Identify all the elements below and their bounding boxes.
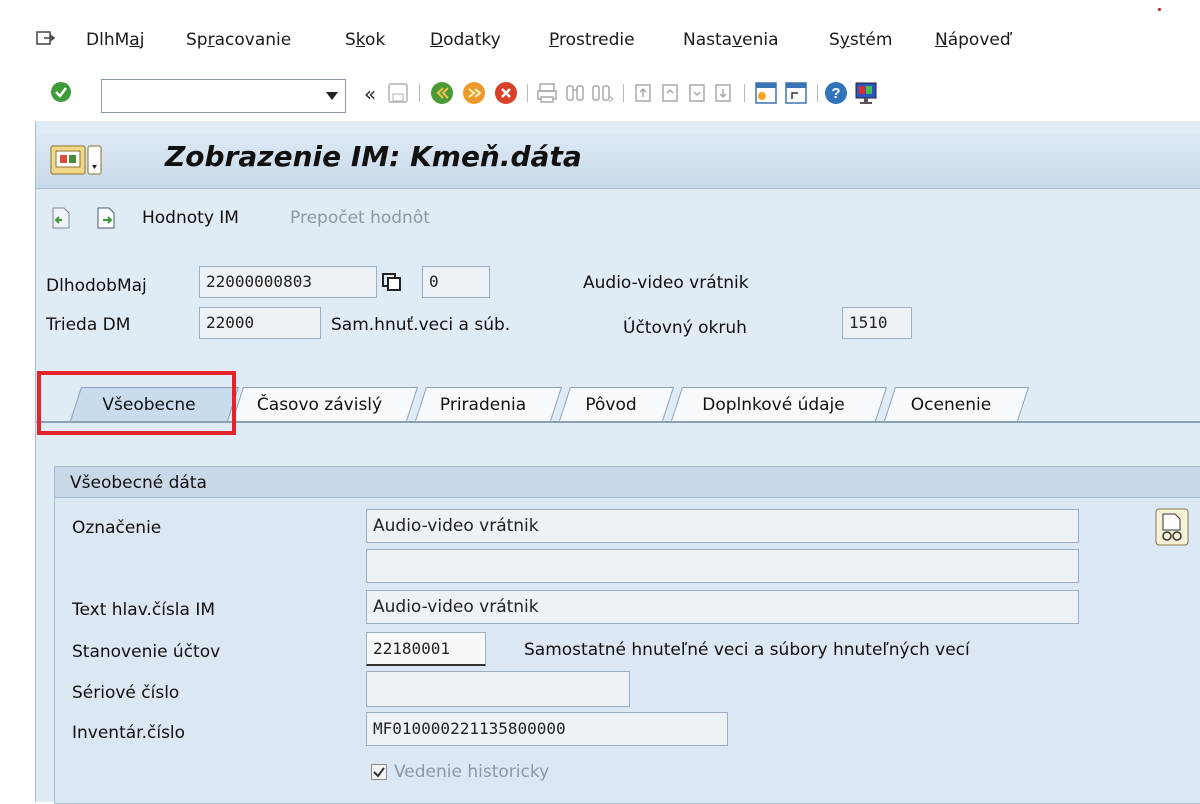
print-icon[interactable] — [536, 82, 558, 104]
create-session-icon[interactable] — [754, 81, 778, 105]
menu-item[interactable]: Dodatky — [430, 30, 501, 50]
next-object-icon[interactable] — [95, 206, 117, 230]
history-checkbox[interactable] — [371, 764, 387, 780]
copy-icon[interactable] — [381, 272, 403, 292]
customize-layout-icon[interactable] — [853, 80, 879, 106]
toolbar-separator — [623, 84, 624, 102]
shortcut-icon[interactable] — [784, 81, 808, 105]
designation-field-2[interactable] — [366, 549, 1079, 583]
page-title: Zobrazenie IM: Kmeň.dáta — [165, 140, 582, 173]
menu-item[interactable]: Nápoveď — [935, 30, 1011, 50]
back-icon[interactable] — [430, 81, 454, 105]
checkmark-icon — [373, 767, 385, 778]
main-text-label: Text hlav.čísla IM — [72, 600, 215, 620]
previous-object-icon[interactable] — [50, 206, 72, 230]
tab-additional-data[interactable]: Doplnkové údaje — [671, 387, 888, 421]
recalculate-values-button[interactable]: Prepočet hodnôt — [290, 208, 430, 228]
dropdown-arrow-icon[interactable] — [325, 91, 339, 101]
toolbar-separator — [419, 84, 420, 102]
menu-item[interactable]: DlhMaj — [86, 30, 144, 50]
subnumber-field[interactable]: 0 — [422, 266, 490, 298]
find-icon[interactable] — [564, 82, 586, 104]
command-field[interactable] — [101, 79, 346, 113]
find-next-icon[interactable] — [590, 82, 614, 104]
company-code-field[interactable]: 1510 — [842, 307, 912, 339]
tab-assignments[interactable]: Priradenia — [415, 387, 563, 421]
menu-item[interactable]: Prostredie — [549, 30, 635, 50]
toolbar-separator — [527, 84, 528, 102]
menu-item[interactable]: Nastavenia — [683, 30, 779, 50]
cancel-icon[interactable] — [494, 81, 518, 105]
designation-field[interactable]: Audio-video vrátnik — [366, 509, 1079, 543]
asset-label: DlhodobMaj — [46, 276, 147, 296]
menu-item[interactable]: Systém — [829, 30, 892, 50]
first-page-icon[interactable] — [633, 82, 655, 104]
company-code-label: Účtovný okruh — [623, 318, 747, 338]
help-icon[interactable]: ? — [824, 81, 848, 105]
account-determination-field[interactable]: 22180001 — [366, 632, 486, 666]
long-text-icon[interactable] — [1155, 508, 1189, 546]
next-page-icon[interactable] — [687, 82, 709, 104]
tab-valuation[interactable]: Ocenenie — [884, 387, 1030, 421]
save-icon[interactable] — [387, 82, 409, 104]
serial-number-label: Sériové číslo — [72, 683, 180, 703]
indicator-dot — [1158, 8, 1161, 11]
asset-number-field[interactable]: 22000000803 — [199, 266, 377, 298]
svg-text:?: ? — [831, 85, 840, 102]
group-header — [55, 467, 1200, 498]
main-text-field[interactable]: Audio-video vrátnik — [366, 590, 1079, 624]
back-arrow-icon[interactable]: « — [364, 82, 376, 106]
inventory-number-label: Inventár.číslo — [72, 723, 186, 743]
designation-label: Označenie — [72, 518, 162, 538]
toolbar-separator — [817, 84, 818, 102]
asset-class-description: Sam.hnuť.veci a súb. — [331, 315, 511, 335]
asset-values-button[interactable]: Hodnoty IM — [142, 208, 239, 228]
asset-class-label: Trieda DM — [46, 315, 131, 335]
previous-page-icon[interactable] — [660, 82, 682, 104]
toolbar-separator — [744, 84, 745, 102]
enter-icon[interactable] — [50, 81, 72, 103]
exit-icon[interactable] — [462, 81, 486, 105]
account-determination-label: Stanovenie účtov — [72, 642, 221, 662]
group-title: Všeobecné dáta — [70, 473, 207, 493]
account-determination-description: Samostatné hnuteľné veci a súbory hnuteľ… — [524, 640, 970, 660]
asset-class-field[interactable]: 22000 — [199, 307, 321, 339]
menu-icon[interactable] — [36, 30, 56, 48]
serial-number-field[interactable] — [366, 671, 630, 707]
history-label: Vedenie historicky — [394, 762, 550, 782]
inventory-number-field[interactable]: MF010000221135800000 — [366, 712, 728, 746]
asset-description: Audio-video vrátnik — [583, 273, 749, 293]
last-page-icon[interactable] — [713, 82, 735, 104]
system-menu-icon[interactable] — [50, 145, 102, 175]
menu-item[interactable]: Spracovanie — [186, 30, 291, 50]
menu-item[interactable]: Skok — [345, 30, 385, 50]
tab-time-dependent[interactable]: Časovo závislý — [232, 387, 419, 421]
tab-origin[interactable]: Pôvod — [559, 387, 675, 421]
